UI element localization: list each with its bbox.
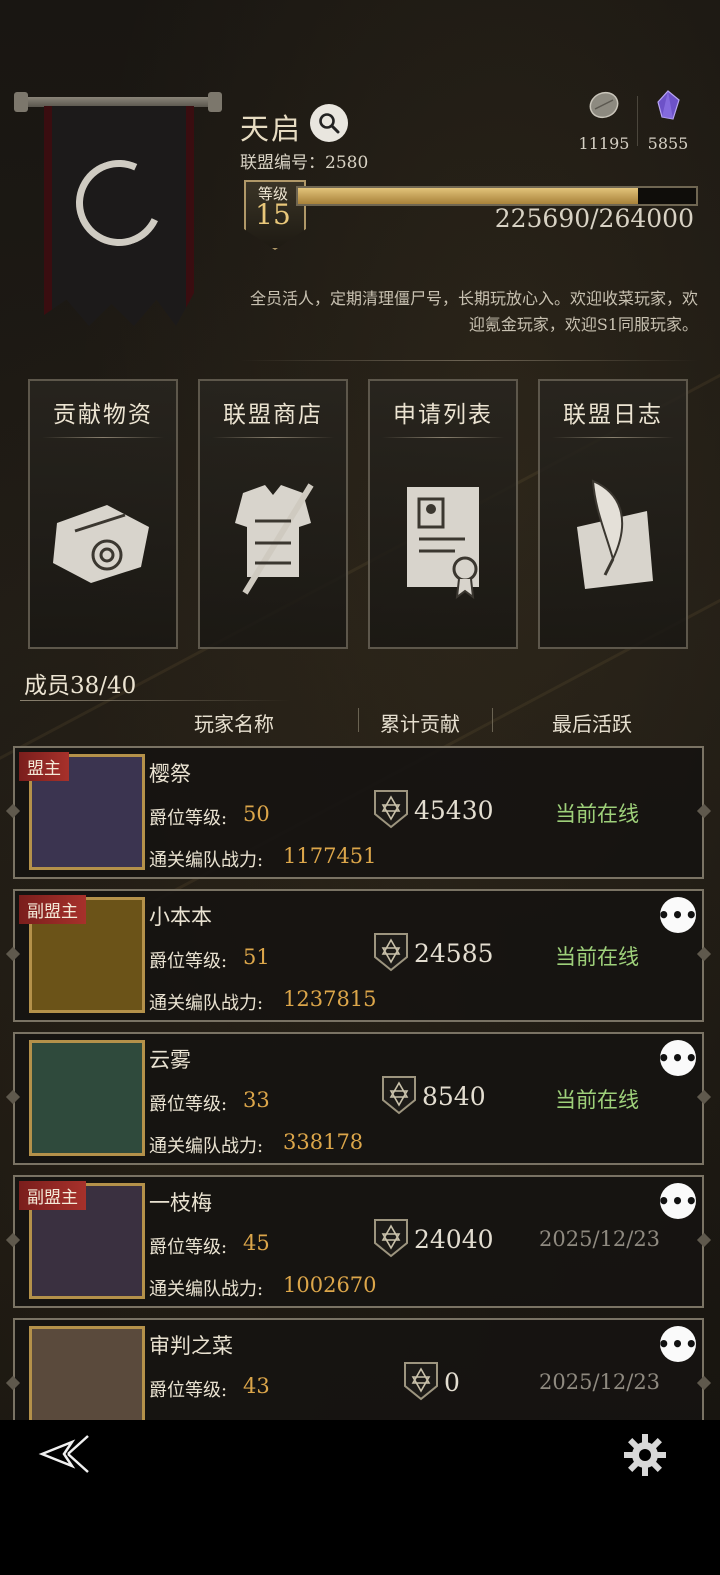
member-name: 审判之菜 xyxy=(149,1334,233,1358)
member-rank-label: 爵位等级: xyxy=(149,1237,228,1258)
quill-paper-icon xyxy=(577,479,653,589)
member-role-tag: 副盟主 xyxy=(19,895,86,924)
member-last-active: 当前在线 xyxy=(555,802,639,826)
member-role-tag: 副盟主 xyxy=(19,1181,86,1210)
member-name: 樱祭 xyxy=(149,762,191,786)
purple-crystal-icon xyxy=(657,90,680,120)
card-ornament xyxy=(212,437,334,438)
contribution-badge-icon xyxy=(374,1219,408,1258)
gear-icon[interactable] xyxy=(622,1432,668,1478)
member-rank-value: 51 xyxy=(243,945,270,969)
alliance-id-label: 联盟编号： xyxy=(240,153,325,173)
member-rank-value: 43 xyxy=(243,1374,270,1398)
more-options-button[interactable]: ••• xyxy=(657,1326,698,1362)
search-button[interactable] xyxy=(310,104,348,142)
alliance-notice: 全员活人，定期清理僵尸号，长期玩放心入。欢迎收菜玩家，欢迎氪金玩家，欢迎S1同服… xyxy=(250,289,699,334)
currency-crystal-value: 5855 xyxy=(647,134,689,153)
alliance-id-value: 2580 xyxy=(325,153,369,173)
member-row[interactable]: 云雾爵位等级: 33 通关编队战力: 338178 8540 当前在线 ••• xyxy=(13,1032,704,1165)
currency-stone[interactable]: 11195 xyxy=(574,90,634,153)
contribution-badge-icon xyxy=(374,790,408,829)
member-power-value: 338178 xyxy=(283,1130,364,1154)
currency-stone-value: 11195 xyxy=(578,134,630,153)
card-ornament xyxy=(552,437,674,438)
stone-coin-icon xyxy=(589,91,619,119)
xp-progress-bar xyxy=(296,186,698,206)
member-power-value: 1237815 xyxy=(283,987,377,1011)
member-name: 一枝梅 xyxy=(149,1191,212,1215)
member-power-label: 通关编队战力: xyxy=(149,993,264,1014)
card-contribute[interactable]: 贡献物资 xyxy=(28,379,178,649)
more-options-button[interactable]: ••• xyxy=(657,1040,698,1076)
member-contribution: 24040 xyxy=(414,1225,494,1254)
card-applications[interactable]: 申请列表 xyxy=(368,379,518,649)
members-divider xyxy=(20,700,290,701)
card-shop[interactable]: 联盟商店 xyxy=(198,379,348,649)
member-contribution: 45430 xyxy=(414,796,494,825)
member-power-label: 通关编队战力: xyxy=(149,1136,264,1157)
banner-rod-end xyxy=(14,92,28,112)
more-options-button[interactable]: ••• xyxy=(657,1183,698,1219)
card-log[interactable]: 联盟日志 xyxy=(538,379,688,649)
card-ornament xyxy=(42,437,164,438)
card-title: 贡献物资 xyxy=(53,402,153,428)
contribution-badge-icon xyxy=(374,933,408,972)
alliance-id: 联盟编号：2580 xyxy=(240,148,368,173)
member-rank-value: 45 xyxy=(243,1231,270,1255)
member-row[interactable]: 副盟主 一枝梅爵位等级: 45 通关编队战力: 1002670 24040 2025/12/… xyxy=(13,1175,704,1308)
level-number: 15 xyxy=(255,198,291,231)
banner-rod-end xyxy=(208,92,222,112)
card-title: 申请列表 xyxy=(393,402,493,428)
member-rank-label: 爵位等级: xyxy=(149,808,228,829)
column-divider xyxy=(492,708,493,732)
member-rank-label: 爵位等级: xyxy=(149,951,228,972)
more-options-button[interactable]: ••• xyxy=(657,897,698,933)
member-last-active: 2025/12/23 xyxy=(539,1227,661,1251)
column-last-active[interactable]: 最后活跃 xyxy=(552,708,632,737)
member-row[interactable]: 副盟主 小本本爵位等级: 51 通关编队战力: 1237815 24585 当前在线 ••• xyxy=(13,889,704,1022)
search-icon xyxy=(319,113,340,134)
member-row[interactable]: 盟主 樱祭爵位等级: 50 通关编队战力: 1177451 45430 当前在线 xyxy=(13,746,704,879)
member-rank-label: 爵位等级: xyxy=(149,1094,228,1115)
banner-rod xyxy=(20,97,216,107)
scroll-icon xyxy=(53,505,149,583)
member-power-label: 通关编队战力: xyxy=(149,1279,264,1300)
member-last-active: 当前在线 xyxy=(555,1088,639,1112)
alliance-name: 天启 xyxy=(240,112,303,146)
column-divider xyxy=(358,708,359,732)
card-title: 联盟日志 xyxy=(563,402,663,428)
member-contribution: 24585 xyxy=(414,939,494,968)
header-divider xyxy=(240,360,698,361)
member-rank-value: 33 xyxy=(243,1088,270,1112)
armor-sword-icon xyxy=(235,483,314,595)
card-ornament xyxy=(382,437,504,438)
back-arrow-icon[interactable] xyxy=(38,1432,92,1476)
member-power-label: 通关编队战力: xyxy=(149,850,264,871)
bottom-bar xyxy=(0,1420,720,1575)
contribution-badge-icon xyxy=(404,1362,438,1401)
currency-crystal[interactable]: 5855 xyxy=(638,90,698,153)
member-name: 小本本 xyxy=(149,905,212,929)
xp-text: 225690/264000 xyxy=(494,204,694,233)
member-last-active: 2025/12/23 xyxy=(539,1370,661,1394)
member-power-value: 1002670 xyxy=(283,1273,377,1297)
member-avatar[interactable] xyxy=(29,1040,145,1156)
member-role-tag: 盟主 xyxy=(19,752,69,781)
member-rank-value: 50 xyxy=(243,802,270,826)
member-contribution: 0 xyxy=(444,1368,460,1397)
member-power-value: 1177451 xyxy=(283,844,377,868)
contribution-badge-icon xyxy=(382,1076,416,1115)
document-seal-icon xyxy=(407,487,479,600)
column-player-name[interactable]: 玩家名称 xyxy=(194,708,274,737)
column-contribution[interactable]: 累计贡献 xyxy=(380,708,460,737)
xp-progress-fill xyxy=(298,188,639,204)
member-contribution: 8540 xyxy=(422,1082,486,1111)
member-rank-label: 爵位等级: xyxy=(149,1380,228,1401)
card-title: 联盟商店 xyxy=(223,402,323,428)
member-count: 成员38/40 xyxy=(24,673,137,699)
member-name: 云雾 xyxy=(149,1048,191,1072)
member-last-active: 当前在线 xyxy=(555,945,639,969)
